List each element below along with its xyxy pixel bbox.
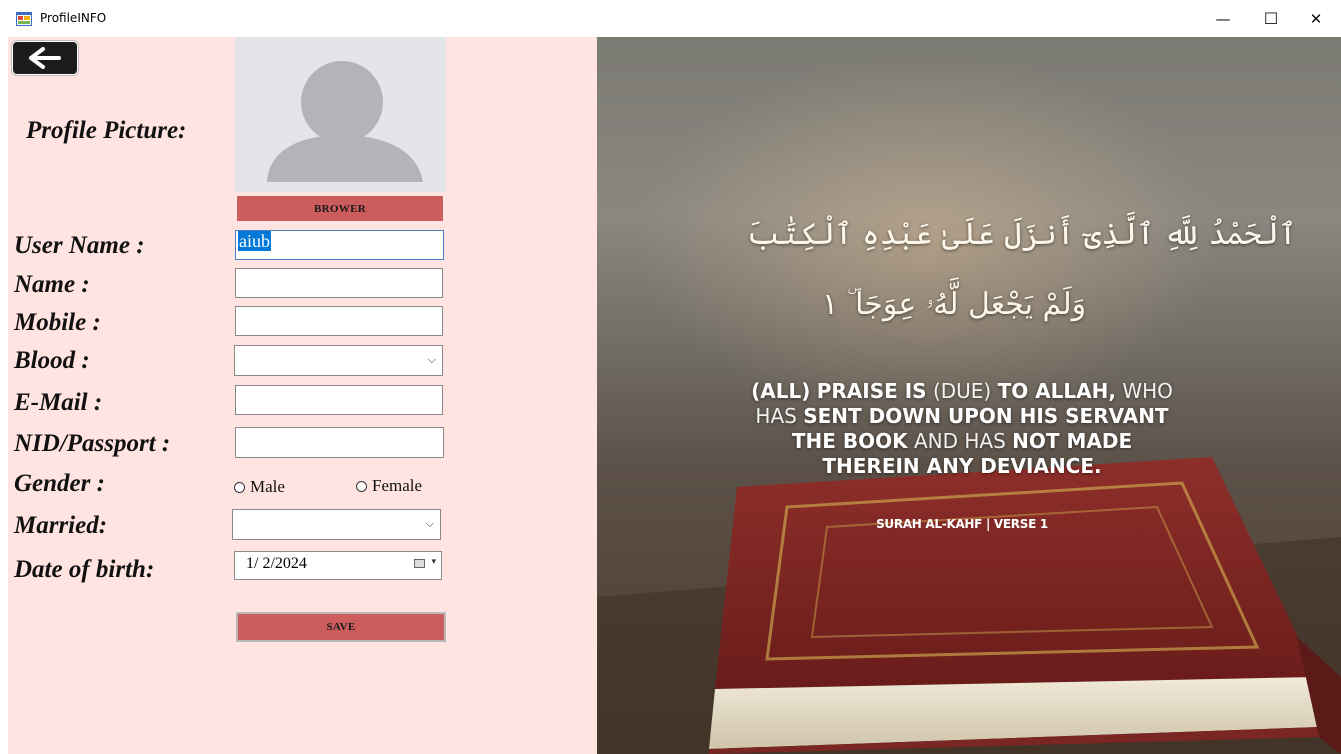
translation-part: (DUE) — [932, 379, 992, 403]
chevron-down-icon: ⌵ — [427, 353, 436, 366]
calendar-icon[interactable] — [414, 559, 425, 568]
translation-part: WHO — [1122, 379, 1173, 403]
translation-part: PRAISE IS — [816, 379, 927, 403]
verse-reference: SURAH AL-KAHF | VERSE 1 — [876, 517, 1048, 531]
gender-male-label: Male — [250, 477, 285, 496]
name-label: Name : — [14, 271, 90, 298]
app-icon — [16, 12, 32, 26]
browse-button[interactable]: BROWER — [237, 196, 443, 221]
back-arrow-icon — [29, 47, 61, 69]
gender-male-radio[interactable]: Male — [234, 477, 285, 497]
radio-circle-icon — [356, 480, 367, 492]
quran-verse-image: ٱلْحَمْدُ لِلَّهِ ٱلَّذِىٓ أَنزَلَ عَلَى… — [597, 37, 1341, 754]
maximize-button[interactable]: ☐ — [1248, 0, 1294, 37]
translation-part: AND HAS — [913, 429, 1006, 453]
window-title: ProfileINFO — [40, 11, 107, 25]
close-button[interactable]: ✕ — [1293, 0, 1339, 37]
arabic-verse-line-1: ٱلْحَمْدُ لِلَّهِ ٱلَّذِىٓ أَنزَلَ عَلَى… — [747, 217, 1297, 252]
english-translation: (ALL) PRAISE IS (DUE) TO ALLAH, WHO HAS … — [717, 379, 1207, 479]
profile-picture-box[interactable] — [235, 37, 446, 192]
window-client: Profile Picture: BROWER User Name : aiub… — [8, 37, 1341, 754]
mobile-label: Mobile : — [14, 309, 101, 336]
translation-part: THEREIN ANY DEVIANCE. — [822, 454, 1102, 478]
translation-part: NOT MADE — [1012, 429, 1133, 453]
nid-passport-input[interactable] — [235, 427, 444, 458]
dob-date-picker[interactable]: 1/ 2/2024 ▾ — [234, 551, 442, 580]
window-titlebar: ProfileINFO — ☐ ✕ — [0, 0, 1341, 37]
profile-form-panel: Profile Picture: BROWER User Name : aiub… — [8, 37, 597, 754]
nid-passport-label: NID/Passport : — [14, 430, 171, 457]
translation-part: HAS — [755, 404, 797, 428]
translation-part: TO ALLAH, — [997, 379, 1116, 403]
user-name-label: User Name : — [14, 232, 145, 259]
gender-female-radio[interactable]: Female — [356, 476, 422, 496]
gender-female-label: Female — [372, 476, 423, 495]
chevron-down-icon: ⌵ — [425, 517, 434, 530]
user-name-input[interactable]: aiub — [235, 230, 444, 260]
email-input[interactable] — [235, 385, 443, 415]
radio-circle-icon — [234, 481, 245, 493]
minimize-button[interactable]: — — [1200, 0, 1246, 37]
user-name-value: aiub — [238, 231, 271, 251]
profile-picture-label: Profile Picture: — [26, 117, 187, 144]
save-button[interactable]: SAVE — [236, 612, 446, 642]
dob-value: 1/ 2/2024 — [246, 555, 307, 572]
translation-part: SENT DOWN UPON HIS SERVANT — [803, 404, 1169, 428]
married-label: Married: — [14, 512, 108, 539]
avatar-placeholder-icon — [267, 61, 423, 182]
blood-label: Blood : — [14, 347, 90, 374]
name-input[interactable] — [235, 268, 443, 298]
dob-label: Date of birth: — [14, 556, 155, 583]
blood-select[interactable]: ⌵ — [234, 345, 443, 376]
married-select[interactable]: ⌵ — [232, 509, 441, 540]
translation-part: THE BOOK — [791, 429, 908, 453]
dropdown-arrow-icon[interactable]: ▾ — [431, 557, 436, 567]
back-button[interactable] — [12, 41, 78, 75]
email-label: E-Mail : — [14, 389, 103, 416]
gender-label: Gender : — [14, 470, 105, 497]
arabic-verse-line-2: وَلَمْ يَجْعَل لَّهُۥ عِوَجَا ۜ ١ — [822, 287, 1087, 322]
translation-part: (ALL) — [751, 379, 811, 403]
mobile-input[interactable] — [235, 306, 443, 336]
